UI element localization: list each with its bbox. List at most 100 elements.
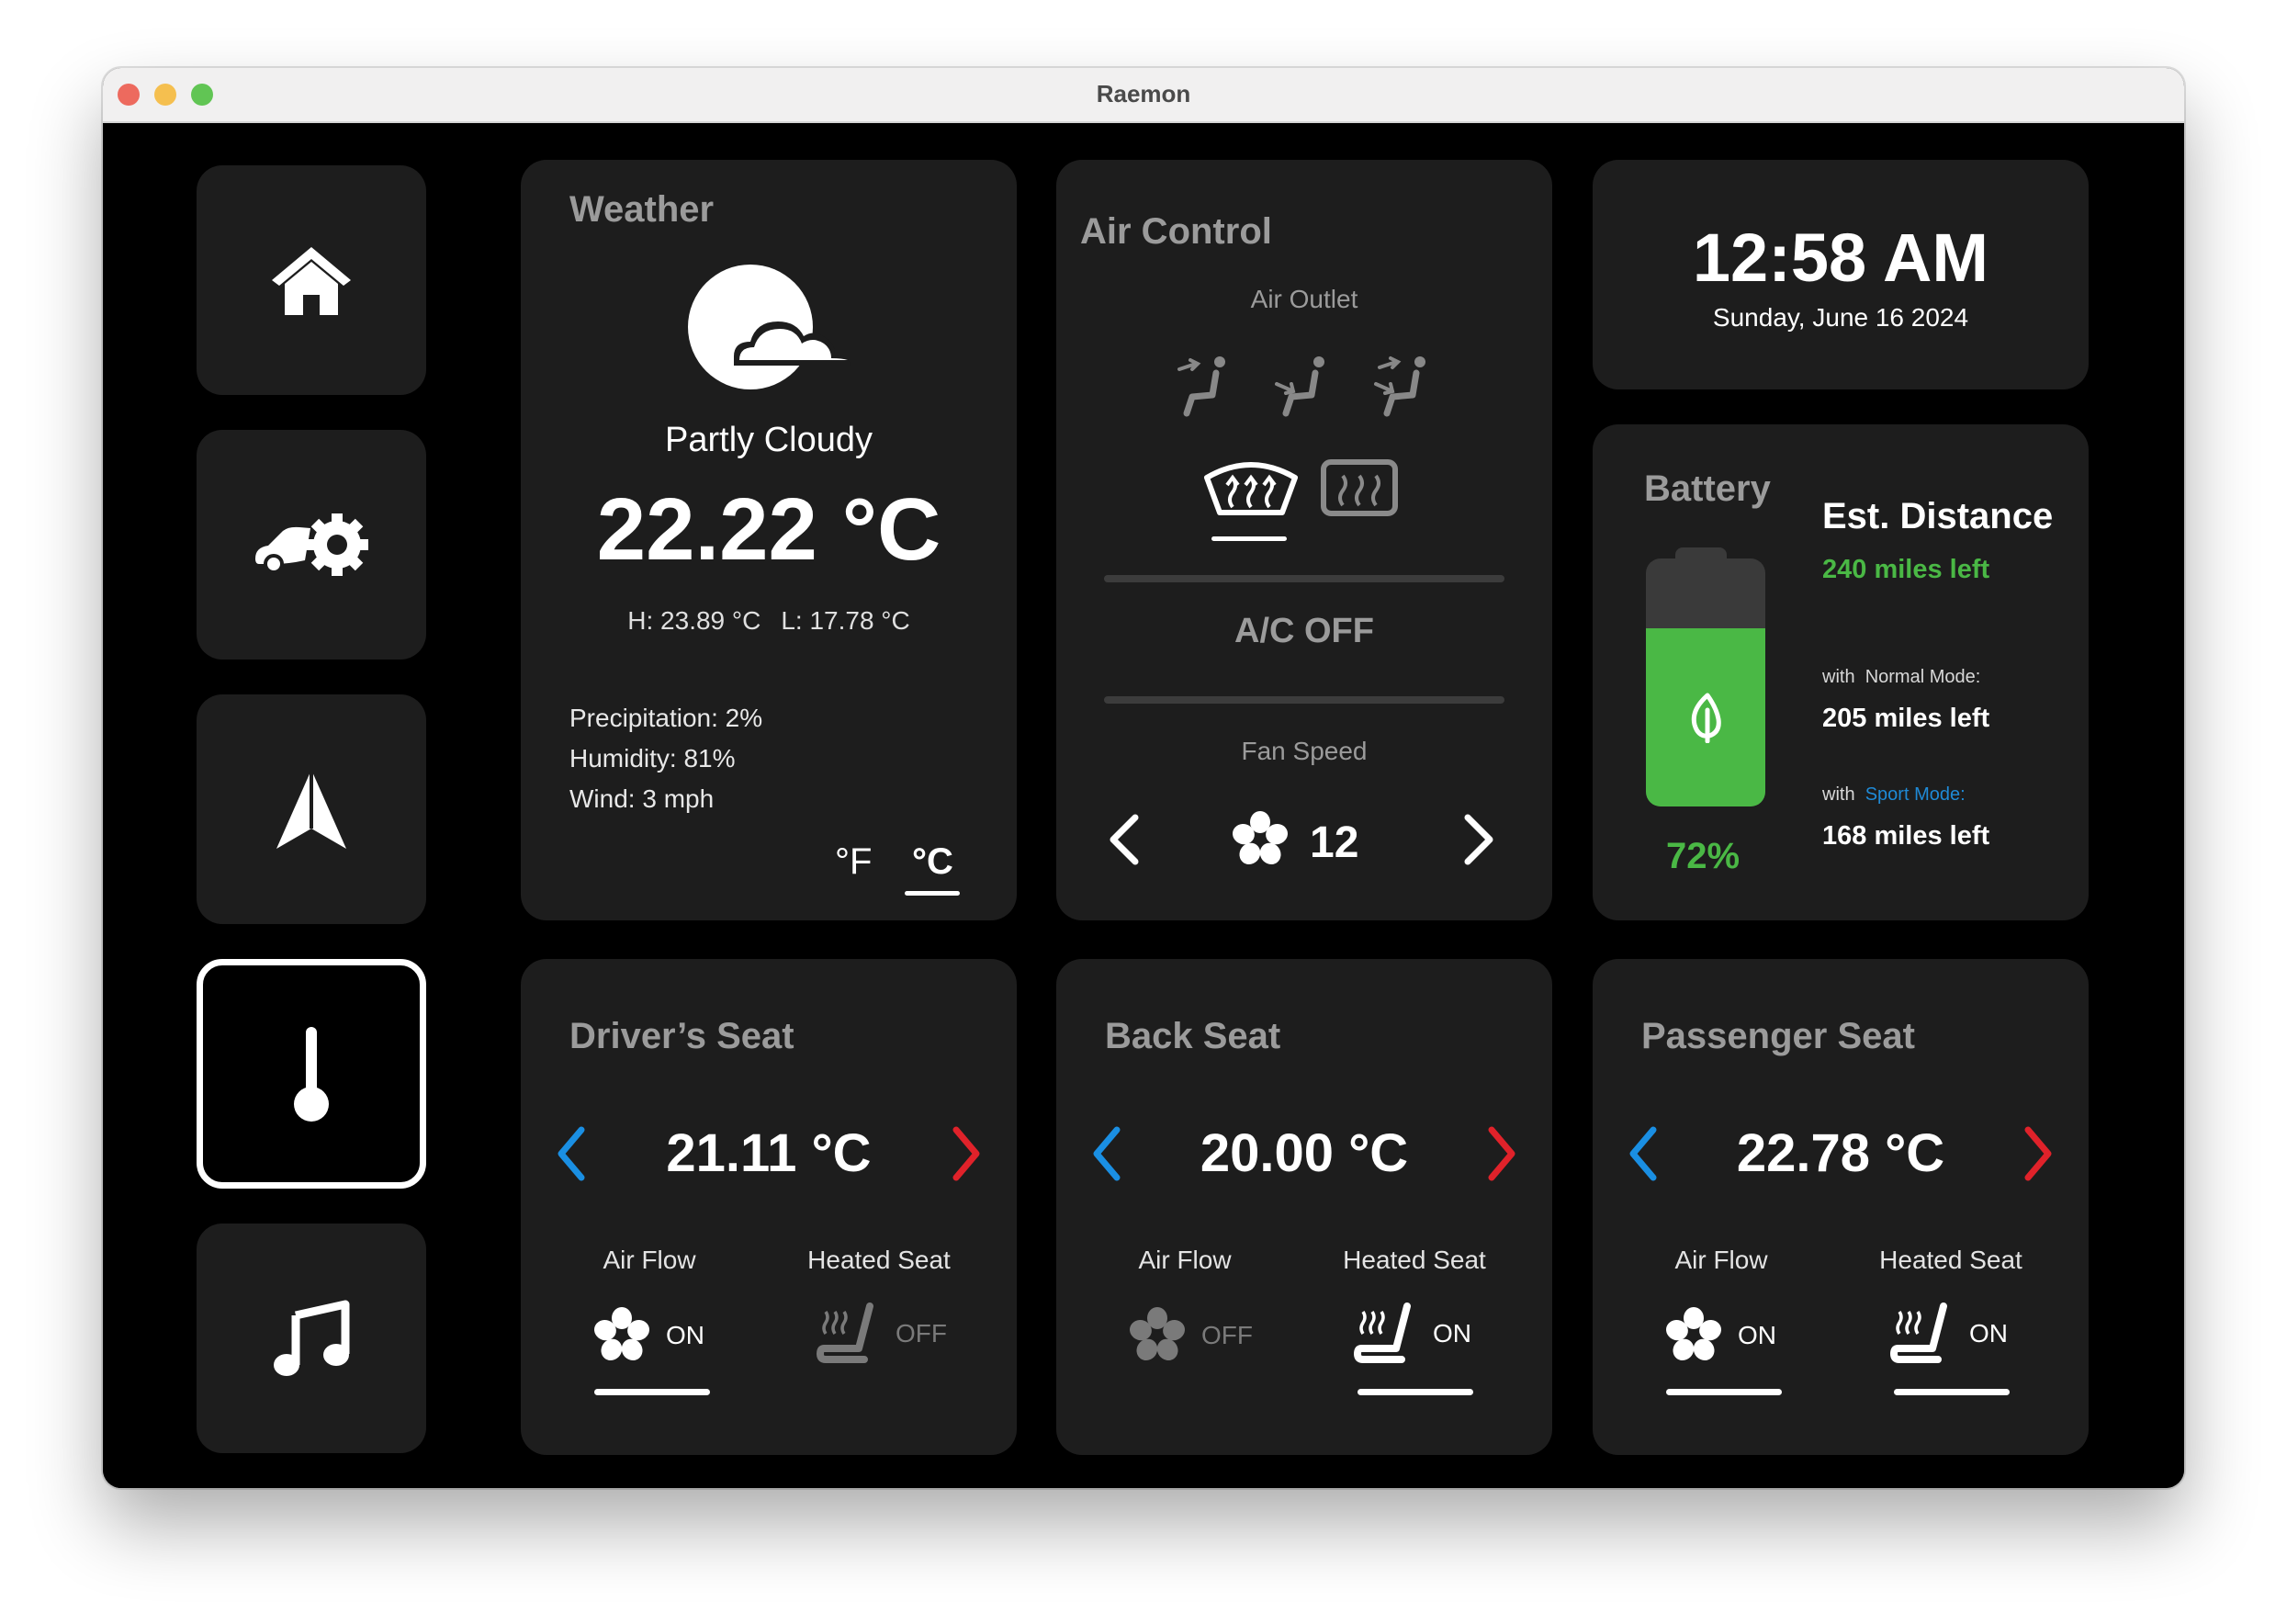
rear-defrost-icon[interactable] (1321, 459, 1398, 516)
dashboard: Weather Partly Cloudy 22.22 °C H: 23.89 … (103, 123, 2184, 1488)
driver-airflow-state: ON (666, 1321, 704, 1349)
weather-high-low: H: 23.89 °C L: 17.78 °C (521, 606, 1017, 636)
driver-temp-increase-chevron-icon[interactable] (951, 1126, 984, 1181)
app-window: Raemon Weather Partly Cloudy 22.22 °C H:… (103, 68, 2184, 1488)
driver-heated-label: Heated Seat (807, 1246, 951, 1274)
driver-seat-temperature: 21.11 °C (666, 1123, 872, 1183)
weather-high: H: 23.89 °C (627, 606, 761, 635)
battery-card: Battery 72% Est. Distance 240 miles left… (1593, 424, 2089, 920)
nav-navigation-button[interactable] (197, 694, 426, 924)
air-outlet-face-feet-icon[interactable] (1374, 353, 1431, 419)
passenger-seat-title: Passenger Seat (1641, 1016, 1915, 1056)
passenger-heated-state: ON (1969, 1319, 2008, 1348)
driver-heated-toggle[interactable]: OFF (817, 1303, 947, 1365)
back-airflow-toggle[interactable]: OFF (1128, 1306, 1253, 1365)
unit-fahrenheit-toggle[interactable]: °F (835, 841, 872, 883)
air-outlet-label: Air Outlet (1250, 285, 1358, 313)
normal-mode-prefix: with (1822, 667, 1855, 687)
passenger-heated-active-underline (1894, 1389, 2010, 1395)
weather-temperature: 22.22 °C (596, 480, 941, 579)
home-icon (272, 247, 351, 315)
weather-card: Weather Partly Cloudy 22.22 °C H: 23.89 … (521, 160, 1017, 920)
driver-airflow-toggle[interactable]: ON (592, 1306, 704, 1365)
weather-title: Weather (569, 189, 715, 230)
unit-celsius-toggle[interactable]: °C (912, 841, 953, 883)
back-seat-card: Back Seat 20.00 °C Air Flow Heated Seat … (1056, 959, 1552, 1455)
clock-time: 12:58 AM (1692, 220, 1989, 296)
back-temp-decrease-chevron-icon[interactable] (1089, 1126, 1122, 1181)
nav-home-button[interactable] (197, 165, 426, 395)
fan-icon (594, 1307, 649, 1361)
heated-seat-icon (1354, 1303, 1411, 1363)
back-heated-state: ON (1433, 1319, 1471, 1348)
passenger-temp-increase-chevron-icon[interactable] (2022, 1126, 2056, 1181)
ac-toggle-button[interactable]: A/C OFF (1056, 612, 1552, 651)
front-defrost-icon[interactable] (1203, 457, 1299, 518)
passenger-temp-decrease-chevron-icon[interactable] (1626, 1126, 1659, 1181)
fan-icon (1233, 811, 1288, 865)
back-airflow-state: OFF (1201, 1321, 1253, 1349)
est-distance-value: 240 miles left (1822, 555, 1990, 584)
fan-increase-chevron-icon[interactable] (1462, 814, 1495, 865)
passenger-seat-card: Passenger Seat 22.78 °C Air Flow Heated … (1593, 959, 2089, 1455)
passenger-airflow-label: Air Flow (1674, 1246, 1768, 1274)
fan-decrease-chevron-icon[interactable] (1108, 814, 1141, 865)
back-temp-increase-chevron-icon[interactable] (1486, 1126, 1519, 1181)
air-control-card: Air Control Air Outlet A/C OFF Fan Speed… (1056, 160, 1552, 920)
air-outlet-feet-icon[interactable] (1275, 353, 1330, 419)
nav-climate-button[interactable] (197, 959, 426, 1189)
back-seat-temperature: 20.00 °C (1200, 1123, 1409, 1183)
passenger-airflow-toggle[interactable]: ON (1664, 1306, 1776, 1365)
nav-music-button[interactable] (197, 1224, 426, 1453)
thermometer-icon (294, 1027, 329, 1122)
title-bar: Raemon (103, 68, 2184, 123)
nav-car-settings-button[interactable] (197, 430, 426, 660)
driver-airflow-active-underline (594, 1389, 710, 1395)
weather-precipitation: Precipitation: 2% (569, 704, 763, 732)
battery-title: Battery (1644, 468, 1771, 509)
back-heated-label: Heated Seat (1343, 1246, 1486, 1274)
fan-icon (1666, 1307, 1721, 1361)
heated-seat-icon (1890, 1303, 1947, 1363)
weather-condition: Partly Cloudy (665, 421, 873, 459)
normal-mode-label: with Normal Mode: (1822, 667, 1980, 688)
passenger-heated-toggle[interactable]: ON (1890, 1303, 2008, 1365)
passenger-airflow-active-underline (1666, 1389, 1782, 1395)
music-note-icon (274, 1300, 350, 1376)
back-seat-title: Back Seat (1105, 1016, 1281, 1056)
sport-mode-prefix: with (1822, 784, 1855, 805)
normal-mode-distance: 205 miles left (1822, 704, 1990, 733)
defrost-selected-underline (1211, 536, 1287, 541)
back-airflow-label: Air Flow (1138, 1246, 1232, 1274)
weather-humidity: Humidity: 81% (569, 744, 736, 773)
sport-mode-distance: 168 miles left (1822, 821, 1990, 851)
driver-airflow-label: Air Flow (603, 1246, 696, 1274)
passenger-seat-temperature: 22.78 °C (1736, 1123, 1945, 1183)
driver-temp-decrease-chevron-icon[interactable] (554, 1126, 587, 1181)
fan-speed-value: 12 (1310, 818, 1359, 867)
fan-icon (1130, 1307, 1185, 1361)
leaf-icon (1691, 693, 1721, 743)
back-heated-active-underline (1358, 1389, 1473, 1395)
passenger-heated-label: Heated Seat (1879, 1246, 2022, 1274)
clock-card: 12:58 AM Sunday, June 16 2024 (1593, 160, 2089, 389)
air-control-title: Air Control (1080, 211, 1272, 252)
air-outlet-face-icon[interactable] (1176, 353, 1231, 419)
weather-low: L: 17.78 °C (781, 606, 910, 635)
window-title: Raemon (1096, 80, 1191, 107)
sport-mode-name: Sport Mode: (1865, 784, 1966, 805)
fan-speed-label: Fan Speed (1241, 737, 1368, 765)
driver-seat-title: Driver’s Seat (569, 1016, 794, 1056)
divider-bottom (1104, 696, 1504, 704)
driver-heated-state: OFF (896, 1319, 947, 1348)
normal-mode-name: Normal Mode: (1865, 667, 1981, 687)
heated-seat-icon (817, 1303, 873, 1363)
battery-gauge (1646, 558, 1765, 806)
partly-cloudy-icon (688, 265, 851, 389)
divider-top (1104, 575, 1504, 582)
car-gear-icon (255, 513, 368, 576)
back-heated-toggle[interactable]: ON (1354, 1303, 1471, 1365)
sport-mode-label: with Sport Mode: (1822, 784, 1966, 806)
est-distance-title: Est. Distance (1822, 496, 2054, 536)
passenger-airflow-state: ON (1738, 1321, 1776, 1349)
